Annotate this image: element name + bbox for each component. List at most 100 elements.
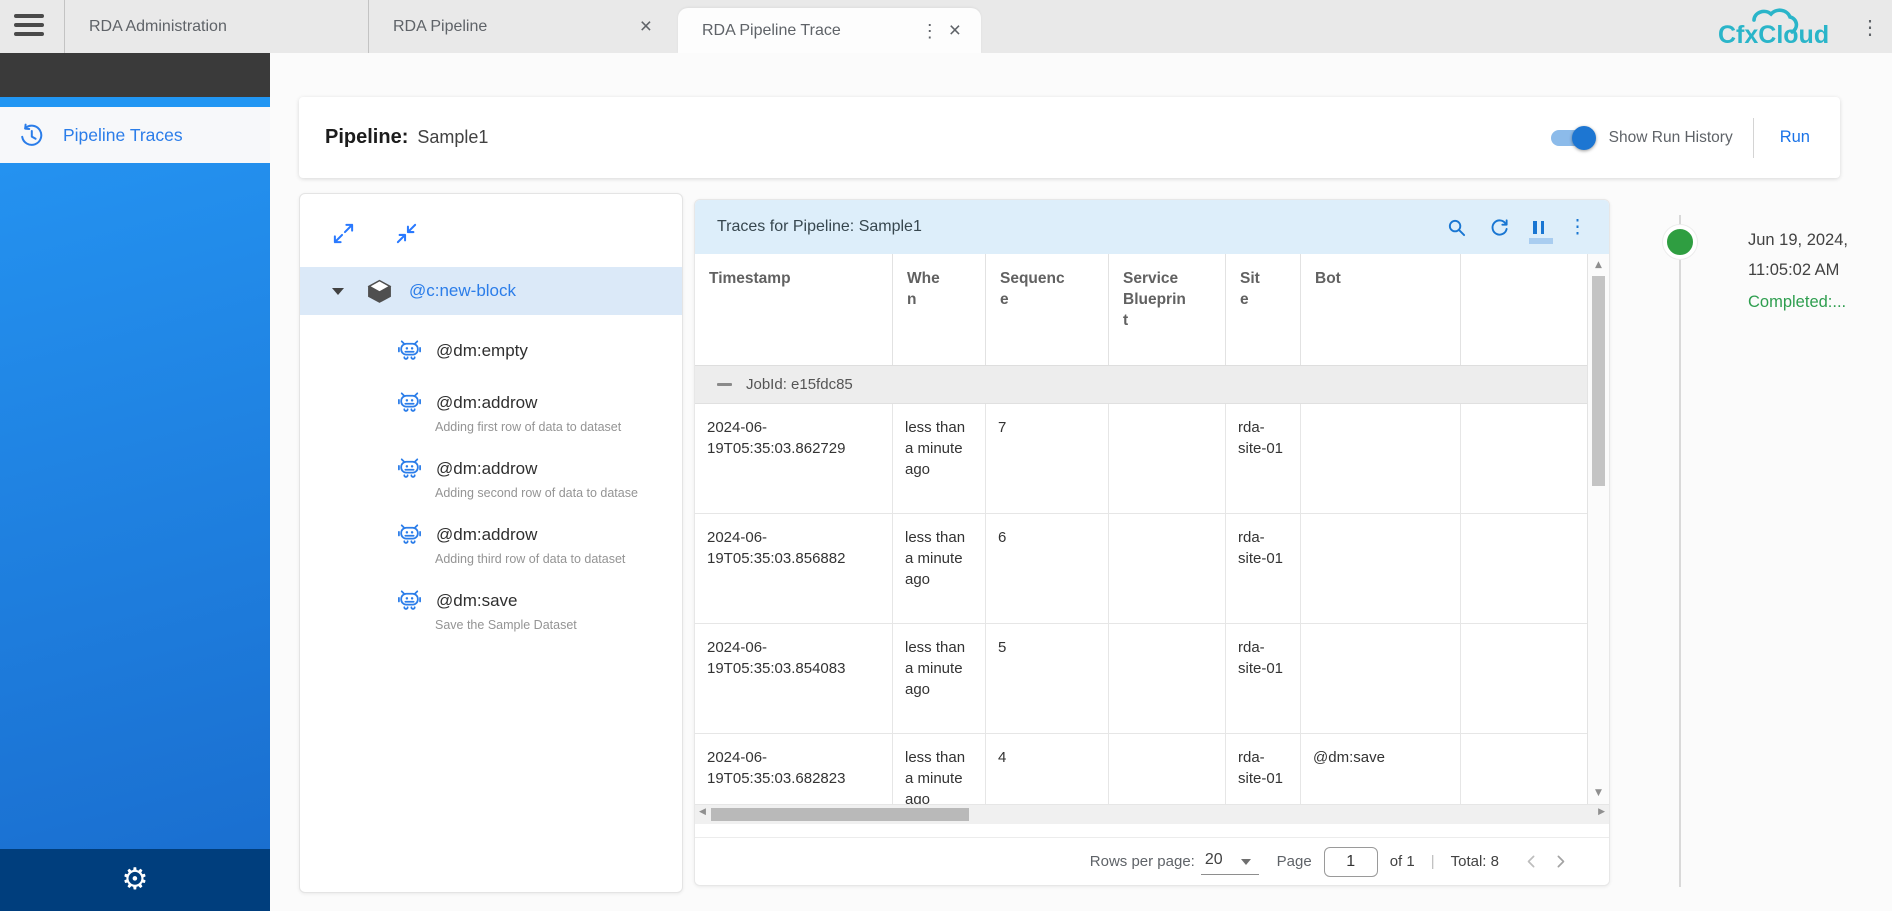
gear-icon[interactable]: ⚙ — [122, 865, 149, 895]
tree-node-label: @c:new-block — [409, 281, 516, 301]
table-row[interactable]: 2024-06-19T05:35:03.854083 less than a m… — [695, 624, 1587, 734]
traces-toolbar: Traces for Pipeline: Sample1 ⋮ — [695, 200, 1609, 254]
robot-icon — [396, 389, 423, 416]
traces-title: Traces for Pipeline: Sample1 — [717, 218, 922, 236]
hamburger-menu-icon[interactable] — [14, 14, 46, 40]
cell-empty — [1461, 734, 1587, 804]
chevron-down-icon — [1241, 859, 1251, 865]
table-row[interactable]: 2024-06-19T05:35:03.682823 less than a m… — [695, 734, 1587, 804]
pause-icon[interactable] — [1533, 221, 1544, 234]
vertical-scroll-thumb[interactable] — [1592, 276, 1605, 486]
collapse-group-icon[interactable] — [717, 383, 732, 386]
table-kebab-icon[interactable]: ⋮ — [1568, 218, 1587, 237]
rows-per-page-select[interactable]: 20 — [1201, 849, 1259, 875]
scroll-left-icon[interactable]: ◀ — [699, 807, 706, 817]
run-button[interactable]: Run — [1780, 128, 1824, 147]
tree-node-bot[interactable]: @dm:empty — [396, 337, 682, 368]
scroll-right-icon[interactable]: ▶ — [1598, 807, 1605, 817]
expand-all-icon[interactable] — [332, 222, 355, 245]
tree-node-desc: Adding first row of data to dataset — [435, 420, 665, 434]
robot-icon — [396, 521, 423, 548]
tree-node-bot[interactable]: @dm:addrow Adding third row of data to d… — [396, 521, 682, 566]
sidebar-item-pipeline-traces[interactable]: Pipeline Traces — [0, 107, 270, 163]
total-label: Total: 8 — [1451, 853, 1499, 870]
cell-timestamp: 2024-06-19T05:35:03.862729 — [695, 404, 893, 513]
tree-node-label: @dm:addrow — [436, 525, 537, 545]
cell-sequence: 7 — [986, 404, 1109, 513]
toggle-knob — [1572, 126, 1596, 150]
pagination-separator: | — [1431, 853, 1435, 870]
tree-node-label: @dm:addrow — [436, 459, 537, 479]
tab-rda-pipeline-trace[interactable]: RDA Pipeline Trace ⋮ × — [678, 8, 981, 53]
cell-when: less than a minute ago — [893, 734, 986, 804]
tab-rda-pipeline[interactable]: RDA Pipeline × — [368, 0, 672, 53]
divider — [1753, 118, 1754, 158]
overflow-kebab-icon[interactable]: ⋮ — [1860, 15, 1880, 40]
cell-bot — [1301, 624, 1461, 733]
tree-node-desc: Adding second row of data to datase — [435, 486, 665, 500]
rows-per-page-label: Rows per page: — [1090, 853, 1195, 870]
jobid-group-label: JobId: e15fdc85 — [746, 376, 853, 393]
run-history-timeline — [1679, 215, 1681, 887]
robot-icon — [396, 337, 423, 364]
cell-site: rda-site-01 — [1226, 734, 1301, 804]
run-status-dot[interactable] — [1663, 225, 1697, 259]
cell-service-blueprint — [1109, 624, 1226, 733]
table-row[interactable]: 2024-06-19T05:35:03.862729 less than a m… — [695, 404, 1587, 514]
cell-when: less than a minute ago — [893, 514, 986, 623]
refresh-icon[interactable] — [1490, 218, 1509, 237]
traces-table-panel: Traces for Pipeline: Sample1 ⋮ Timestamp… — [694, 199, 1610, 886]
tree-node-root[interactable]: @c:new-block — [300, 267, 682, 315]
cell-bot: @dm:save — [1301, 734, 1461, 804]
run-time: 11:05:02 AM — [1748, 255, 1892, 285]
tree-children: @dm:empty @dm:addrow Adding first row of… — [300, 315, 682, 632]
tree-node-bot[interactable]: @dm:save Save the Sample Dataset — [396, 587, 682, 632]
next-page-icon[interactable] — [1546, 853, 1575, 870]
tab-label: RDA Pipeline Trace — [702, 22, 919, 40]
cell-sequence: 5 — [986, 624, 1109, 733]
pipeline-tree-panel: @c:new-block @dm:empty @dm:addrow Adding… — [299, 193, 683, 893]
close-icon[interactable]: × — [638, 16, 654, 37]
tree-node-bot[interactable]: @dm:addrow Adding second row of data to … — [396, 455, 682, 500]
cell-when: less than a minute ago — [893, 624, 986, 733]
previous-page-icon[interactable] — [1517, 853, 1546, 870]
run-history-entry[interactable]: Jun 19, 2024, 11:05:02 AM Completed:... — [1748, 225, 1892, 317]
sidebar: Pipeline Traces ⚙ — [0, 53, 270, 911]
horizontal-scroll-thumb[interactable] — [711, 808, 969, 821]
show-run-history-label: Show Run History — [1609, 129, 1733, 147]
page-input[interactable] — [1324, 847, 1378, 877]
scroll-down-icon[interactable]: ▼ — [1588, 788, 1609, 798]
sidebar-accent-strip — [0, 97, 270, 107]
tree-node-label: @dm:empty — [436, 341, 528, 361]
jobid-group-row: JobId: e15fdc85 — [695, 366, 1587, 404]
tab-kebab-icon[interactable]: ⋮ — [919, 22, 947, 40]
tab-label: RDA Administration — [89, 18, 350, 36]
tree-node-label: @dm:addrow — [436, 393, 537, 413]
collapse-all-icon[interactable] — [395, 222, 418, 245]
column-header-bot: Bot — [1301, 254, 1461, 365]
rows-per-page-value: 20 — [1205, 851, 1223, 868]
horizontal-scrollbar[interactable]: ◀ ▶ — [695, 804, 1609, 824]
tab-rda-administration[interactable]: RDA Administration — [64, 0, 368, 53]
cfxcloud-logo: CfxCloud — [1712, 5, 1846, 51]
chevron-down-icon[interactable] — [332, 288, 344, 295]
scroll-up-icon[interactable]: ▲ — [1588, 260, 1609, 270]
tree-actions — [300, 194, 682, 267]
cell-empty — [1461, 624, 1587, 733]
cell-bot — [1301, 404, 1461, 513]
vertical-scrollbar[interactable]: ▲ ▼ — [1587, 254, 1609, 804]
close-icon[interactable]: × — [947, 20, 963, 41]
run-status-label: Completed:... — [1748, 287, 1892, 317]
column-header-empty — [1461, 254, 1587, 365]
column-header-when: When — [893, 254, 986, 365]
show-run-history-toggle[interactable] — [1551, 130, 1593, 146]
page-of-label: of 1 — [1390, 853, 1415, 870]
pipeline-name: Sample1 — [417, 127, 488, 148]
sidebar-item-label: Pipeline Traces — [63, 125, 183, 146]
tab-label: RDA Pipeline — [393, 18, 638, 36]
pipeline-title-label: Pipeline: — [325, 126, 408, 149]
table-row[interactable]: 2024-06-19T05:35:03.856882 less than a m… — [695, 514, 1587, 624]
search-icon[interactable] — [1447, 218, 1466, 237]
run-date: Jun 19, 2024, — [1748, 225, 1892, 255]
tree-node-bot[interactable]: @dm:addrow Adding first row of data to d… — [396, 389, 682, 434]
